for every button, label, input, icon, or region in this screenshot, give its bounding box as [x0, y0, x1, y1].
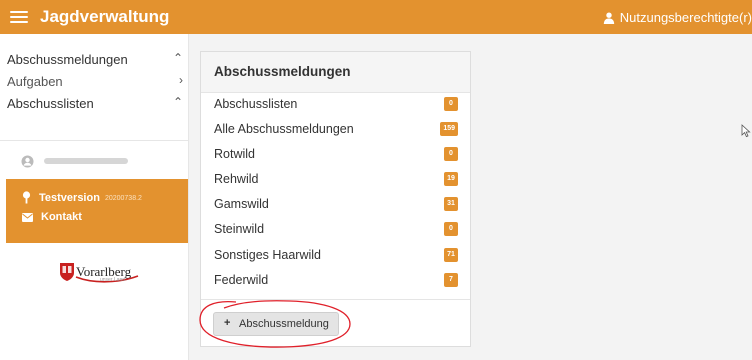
count-badge: 159 — [440, 122, 458, 136]
list-item-label: Abschusslisten — [214, 97, 298, 111]
count-badge: 71 — [444, 248, 458, 262]
user-profile[interactable] — [21, 152, 128, 170]
card-title: Abschussmeldungen — [214, 64, 351, 79]
list-item-label: Federwild — [214, 273, 269, 287]
pin-icon — [22, 191, 31, 204]
chevron-up-icon: ⌃ — [172, 51, 183, 65]
menu-icon[interactable] — [10, 11, 28, 23]
list-item[interactable]: Alle Abschussmeldungen 159 — [201, 118, 470, 142]
sidebar-item-abschussmeldungen[interactable]: Abschussmeldungen ⌃ — [7, 49, 183, 71]
envelope-icon — [22, 212, 33, 222]
sidebar-item-label: Aufgaben — [7, 74, 63, 89]
list-item[interactable]: Rotwild 0 — [201, 143, 470, 167]
add-abschussmeldung-button[interactable]: + Abschussmeldung — [213, 312, 339, 336]
card-footer-divider — [201, 299, 470, 300]
sidebar: Abschussmeldungen ⌃ Aufgaben › Abschussl… — [0, 34, 189, 360]
avatar-icon — [21, 155, 34, 167]
list-item[interactable]: Rehwild 19 — [201, 168, 470, 192]
info-panel: Testversion 20200738.2 Kontakt — [6, 179, 188, 243]
list-item-label: Sonstiges Haarwild — [214, 248, 321, 262]
mouse-cursor-icon — [741, 124, 751, 138]
contact-link[interactable]: Kontakt — [22, 211, 82, 223]
user-menu[interactable]: Nutzungsberechtigte(r) — [603, 10, 752, 25]
sidebar-item-label: Abschussmeldungen — [7, 52, 128, 67]
list-item[interactable]: Sonstiges Haarwild 71 — [201, 244, 470, 268]
vorarlberg-logo: Vorarlberg unser Land — [60, 263, 139, 283]
sidebar-item-label: Abschusslisten — [7, 96, 94, 111]
count-badge: 0 — [444, 147, 458, 161]
app-title[interactable]: Jagdverwaltung — [40, 7, 169, 27]
list-item[interactable]: Federwild 7 — [201, 269, 470, 293]
coat-of-arms-icon — [60, 263, 74, 281]
abschussmeldungen-card: Abschussmeldungen Abschusslisten 0 Alle … — [200, 51, 471, 347]
list-item-label: Rehwild — [214, 172, 259, 186]
sidebar-item-aufgaben[interactable]: Aufgaben › — [7, 71, 183, 93]
count-badge: 0 — [444, 97, 458, 111]
list-item[interactable]: Gamswild 31 — [201, 193, 470, 217]
list-item-label: Steinwild — [214, 222, 265, 236]
card-header: Abschussmeldungen — [201, 52, 470, 93]
sidebar-item-abschusslisten[interactable]: Abschusslisten ⌃ — [7, 93, 183, 115]
logo-subtext: unser Land — [100, 277, 126, 283]
user-role-label: Nutzungsberechtigte(r) — [619, 10, 752, 25]
list-item-label: Alle Abschussmeldungen — [214, 122, 354, 136]
count-badge: 19 — [444, 172, 458, 186]
count-badge: 31 — [444, 197, 458, 211]
button-label: Abschussmeldung — [239, 318, 329, 330]
top-bar: Jagdverwaltung Nutzungsberechtigte(r) — [0, 0, 752, 34]
sidebar-divider — [0, 140, 188, 141]
version-label: Testversion — [39, 191, 100, 204]
list-item-label: Rotwild — [214, 147, 255, 161]
user-name-redacted — [44, 158, 128, 164]
count-badge: 0 — [444, 222, 458, 236]
chevron-right-icon: › — [179, 73, 183, 87]
list-item-label: Gamswild — [214, 197, 269, 211]
count-badge: 7 — [444, 273, 458, 287]
chevron-up-icon: ⌃ — [172, 95, 183, 109]
version-number: 20200738.2 — [104, 195, 142, 202]
list-item[interactable]: Steinwild 0 — [201, 218, 470, 242]
contact-label: Kontakt — [41, 211, 82, 223]
list-item[interactable]: Abschusslisten 0 — [201, 93, 470, 117]
version-row[interactable]: Testversion 20200738.2 — [22, 191, 142, 204]
plus-icon: + — [224, 317, 231, 329]
user-icon — [603, 12, 614, 24]
